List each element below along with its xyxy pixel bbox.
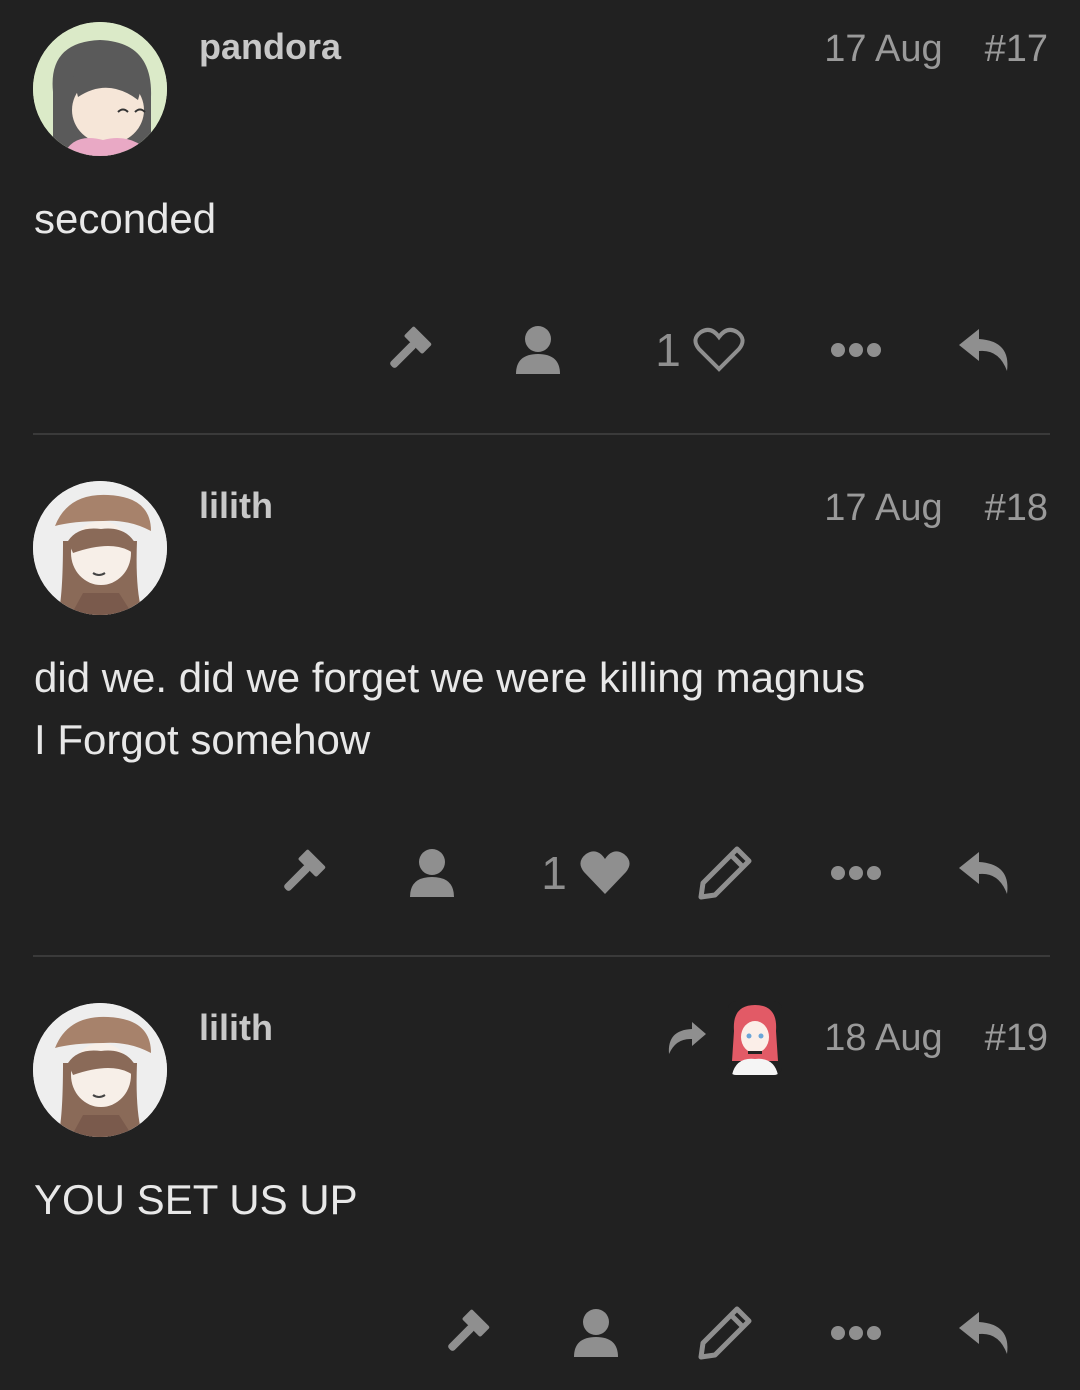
post-date[interactable]: 17 Aug [824,28,942,71]
post-date[interactable]: 18 Aug [824,1017,942,1060]
post-actions [0,1293,1080,1373]
post-username[interactable]: lilith [199,485,273,527]
user-button[interactable] [404,841,460,905]
post-date[interactable]: 17 Aug [824,487,942,530]
flag-button[interactable] [378,318,438,382]
post-number[interactable]: #17 [985,28,1048,71]
post-line: I Forgot somehow [34,716,371,763]
avatar-image [728,1001,783,1075]
avatar-image [33,1003,167,1137]
edit-button[interactable] [694,1301,756,1365]
reply-button[interactable] [954,841,1016,905]
user-button[interactable] [568,1301,624,1365]
more-button[interactable] [826,841,886,905]
edit-button[interactable] [694,841,756,905]
avatar-image [33,481,167,615]
flag-button[interactable] [272,841,332,905]
user-icon [574,1309,618,1357]
post-username[interactable]: pandora [199,26,341,68]
post-18: lilith 17 Aug #18 did we. did we forget … [0,435,1080,957]
like-count: 1 [541,847,567,899]
heart-icon [580,851,630,894]
post-body: YOU SET US UP [34,1169,358,1231]
post-number[interactable]: #19 [985,1017,1048,1060]
pencil-icon [698,1306,752,1360]
post-19: lilith 18 Aug #19 YOU SET US UP [0,957,1080,1390]
post-body: seconded [34,188,216,250]
post-line: seconded [34,195,217,242]
reply-to-indicator[interactable] [666,1001,783,1075]
reply-icon [959,852,1008,894]
post-meta: 17 Aug #17 [824,28,1048,71]
post-body: did we. did we forget we were killing ma… [34,647,865,771]
ellipsis-icon [831,866,881,880]
reply-button[interactable] [954,318,1016,382]
like-button[interactable]: 1 [526,839,646,907]
gavel-icon [284,849,326,891]
gavel-icon [390,326,432,368]
reply-to-avatar [728,1001,783,1075]
post-actions: 1 [0,310,1080,390]
gavel-icon [448,1309,490,1351]
post-actions: 1 [0,833,1080,913]
like-button[interactable]: 1 [640,316,760,384]
avatar-pandora[interactable] [33,22,167,156]
avatar-lilith[interactable] [33,1003,167,1137]
like-count: 1 [655,324,681,376]
more-button[interactable] [826,318,886,382]
pencil-icon [698,846,752,900]
user-button[interactable] [510,318,566,382]
post-line: did we. did we forget we were killing ma… [34,654,866,701]
share-arrow-icon [669,1022,707,1054]
post-meta: 17 Aug #18 [824,487,1048,530]
ellipsis-icon [831,343,881,357]
more-button[interactable] [826,1301,886,1365]
user-icon [516,326,560,374]
post-username[interactable]: lilith [199,1007,273,1049]
post-line: YOU SET US UP [34,1176,358,1223]
post-meta: 18 Aug #19 [666,1001,1048,1075]
reply-button[interactable] [954,1301,1016,1365]
ellipsis-icon [831,1326,881,1340]
heart-icon [693,327,745,372]
avatar-lilith[interactable] [33,481,167,615]
user-icon [410,849,454,897]
reply-icon [959,329,1008,371]
post-17: pandora 17 Aug #17 seconded 1 [0,0,1080,435]
flag-button[interactable] [436,1301,496,1365]
post-number[interactable]: #18 [985,487,1048,530]
reply-icon [959,1312,1008,1354]
avatar-image [33,22,167,156]
